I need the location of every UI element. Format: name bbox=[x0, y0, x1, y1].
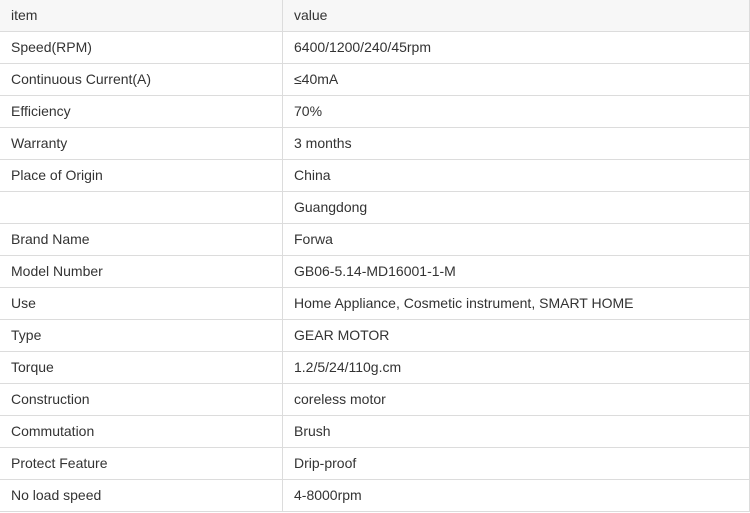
table-header-row: item value bbox=[0, 0, 750, 32]
item-cell: Type bbox=[0, 319, 283, 352]
value-cell: Drip-proof bbox=[282, 447, 750, 480]
header-item-cell: item bbox=[0, 0, 283, 32]
item-cell: Place of Origin bbox=[0, 159, 283, 192]
spec-table: item value Speed(RPM) 6400/1200/240/45rpm… bbox=[0, 0, 750, 512]
value-cell: China bbox=[282, 159, 750, 192]
value-cell: 4-8000rpm bbox=[282, 479, 750, 512]
value-cell: coreless motor bbox=[282, 383, 750, 416]
spec-table-body: item value Speed(RPM) 6400/1200/240/45rpm… bbox=[0, 0, 750, 512]
value-cell: 1.2/5/24/110g.cm bbox=[282, 351, 750, 384]
item-cell: Efficiency bbox=[0, 95, 283, 128]
value-cell: Brush bbox=[282, 415, 750, 448]
table-row: Warranty 3 months bbox=[0, 127, 750, 160]
item-cell: Model Number bbox=[0, 255, 283, 288]
table-row: Guangdong bbox=[0, 191, 750, 224]
item-cell: Use bbox=[0, 287, 283, 320]
header-value-cell: value bbox=[282, 0, 750, 32]
item-cell: Protect Feature bbox=[0, 447, 283, 480]
table-row: Protect Feature Drip-proof bbox=[0, 447, 750, 480]
item-cell: Torque bbox=[0, 351, 283, 384]
item-cell: Continuous Current(A) bbox=[0, 63, 283, 96]
value-cell: Guangdong bbox=[282, 191, 750, 224]
value-cell: GB06-5.14-MD16001-1-M bbox=[282, 255, 750, 288]
table-row: Type GEAR MOTOR bbox=[0, 319, 750, 352]
table-row: Use Home Appliance, Cosmetic instrument, … bbox=[0, 287, 750, 320]
table-row: No load speed 4-8000rpm bbox=[0, 479, 750, 512]
value-cell: Home Appliance, Cosmetic instrument, SMA… bbox=[282, 287, 750, 320]
item-cell: Construction bbox=[0, 383, 283, 416]
item-cell: Speed(RPM) bbox=[0, 31, 283, 64]
item-cell: Commutation bbox=[0, 415, 283, 448]
value-cell: ≤40mA bbox=[282, 63, 750, 96]
table-row: Brand Name Forwa bbox=[0, 223, 750, 256]
value-cell: Forwa bbox=[282, 223, 750, 256]
table-row: Model Number GB06-5.14-MD16001-1-M bbox=[0, 255, 750, 288]
value-cell: GEAR MOTOR bbox=[282, 319, 750, 352]
table-row: Commutation Brush bbox=[0, 415, 750, 448]
value-cell: 6400/1200/240/45rpm bbox=[282, 31, 750, 64]
table-row: Speed(RPM) 6400/1200/240/45rpm bbox=[0, 31, 750, 64]
item-cell bbox=[0, 191, 283, 224]
value-cell: 3 months bbox=[282, 127, 750, 160]
value-cell: 70% bbox=[282, 95, 750, 128]
table-row: Torque 1.2/5/24/110g.cm bbox=[0, 351, 750, 384]
table-row: Efficiency 70% bbox=[0, 95, 750, 128]
item-cell: Warranty bbox=[0, 127, 283, 160]
table-row: Continuous Current(A) ≤40mA bbox=[0, 63, 750, 96]
item-cell: No load speed bbox=[0, 479, 283, 512]
table-row: Place of Origin China bbox=[0, 159, 750, 192]
table-row: Construction coreless motor bbox=[0, 383, 750, 416]
item-cell: Brand Name bbox=[0, 223, 283, 256]
